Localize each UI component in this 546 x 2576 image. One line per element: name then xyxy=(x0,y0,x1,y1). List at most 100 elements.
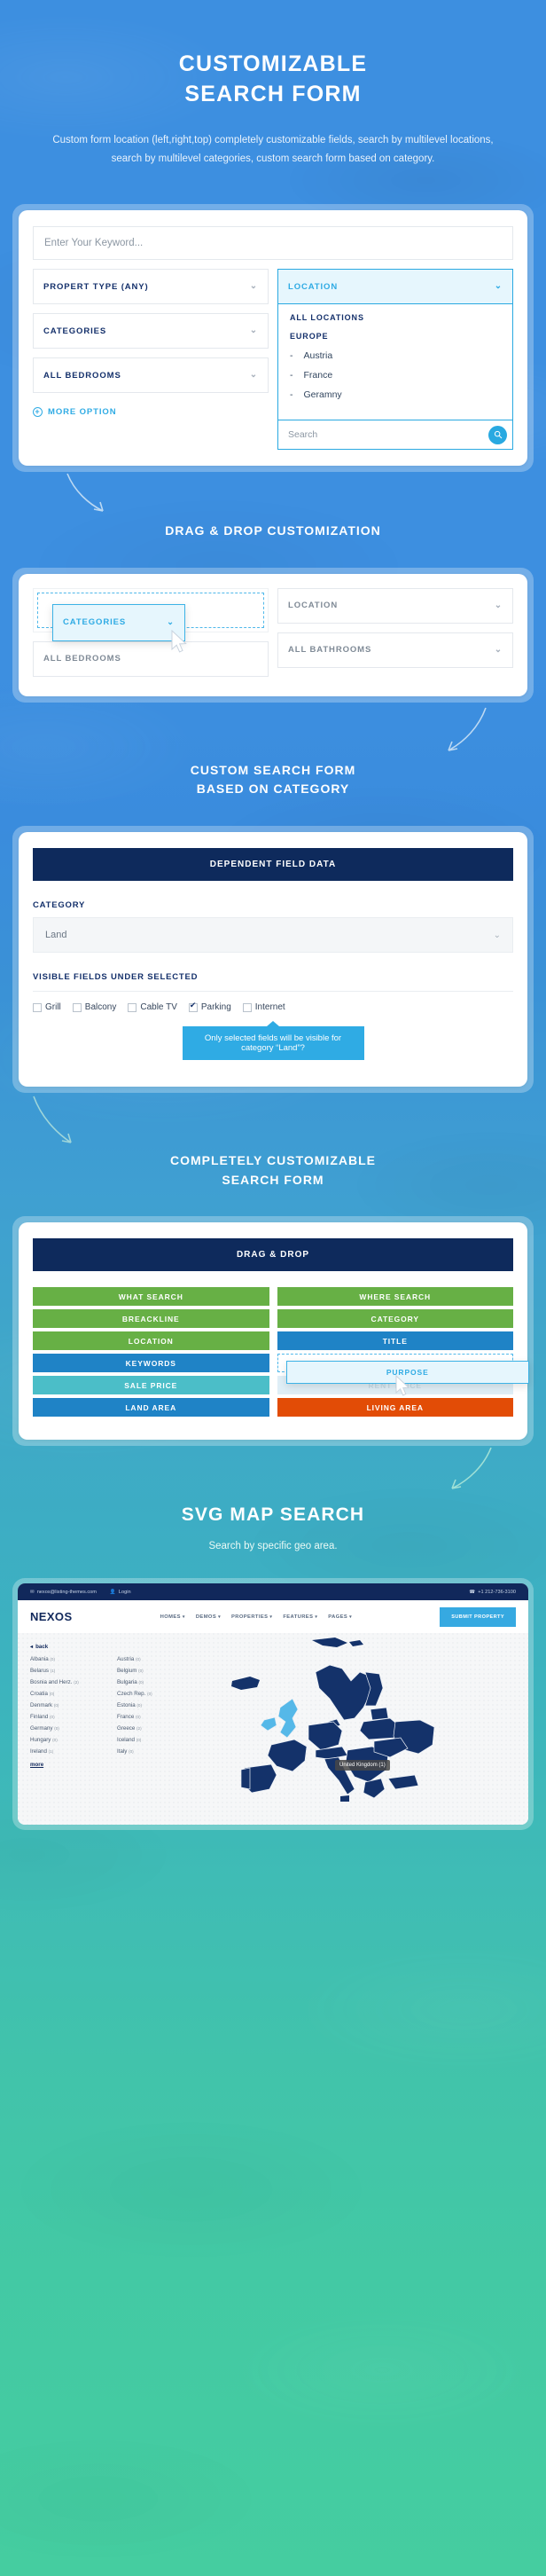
chevron-down-icon: ⌄ xyxy=(167,617,175,628)
list-item[interactable]: Croatia (0) xyxy=(30,1691,112,1697)
tile-living-area[interactable]: LIVING AREA xyxy=(277,1398,513,1418)
browser-mockup: ✉ nexos@listing-themes.com 👤 Login ☎ +1 … xyxy=(18,1583,528,1826)
all-bedrooms-select[interactable]: ALL BEDROOMS xyxy=(33,640,269,677)
tile-category[interactable]: CATEGORY xyxy=(277,1309,513,1329)
list-item[interactable]: Austria (0) xyxy=(117,1656,199,1662)
location-option-label: France xyxy=(303,370,333,381)
tile-keywords[interactable]: KEYWORDS xyxy=(33,1354,269,1373)
list-item[interactable]: Estonia (0) xyxy=(117,1702,199,1708)
page-title: CUSTOMIZABLE SEARCH FORM xyxy=(27,50,519,110)
list-item[interactable]: Belarus (1) xyxy=(30,1668,112,1674)
menu-item-properties[interactable]: PROPERTIES ▾ xyxy=(231,1614,272,1620)
all-bedrooms-select[interactable]: ALL BEDROOMS ⌄ xyxy=(33,357,269,394)
checkbox-label: Cable TV xyxy=(140,1002,177,1013)
category-selected-value: Land xyxy=(45,930,67,941)
chevron-down-icon: ⌄ xyxy=(249,281,258,292)
tile-breackline[interactable]: BREACKLINE xyxy=(33,1309,269,1329)
list-item[interactable]: Czech Rep. (0) xyxy=(117,1691,199,1697)
tile-title[interactable]: TITLE xyxy=(277,1331,513,1351)
checkbox-box xyxy=(72,1002,82,1012)
magnifier-icon[interactable] xyxy=(488,425,507,444)
dependent-field-card: DEPENDENT FIELD DATA CATEGORY Land ⌄ VIS… xyxy=(19,832,527,1088)
chevron-down-icon: ▾ xyxy=(269,1614,273,1620)
site-logo[interactable]: NEXOS xyxy=(30,1610,73,1623)
list-item[interactable]: Greece (2) xyxy=(117,1725,199,1732)
list-item[interactable]: Finland (0) xyxy=(30,1714,112,1720)
list-item[interactable]: - Austria xyxy=(290,350,501,361)
categories-label: CATEGORIES xyxy=(43,326,107,336)
menu-item-pages[interactable]: PAGES ▾ xyxy=(328,1614,352,1620)
checkbox-grill[interactable]: Grill xyxy=(33,1002,61,1012)
list-item[interactable]: Iceland (0) xyxy=(117,1737,199,1743)
all-locations-option[interactable]: ALL LOCATIONS xyxy=(290,313,501,322)
checkbox-box xyxy=(128,1002,137,1012)
tile-what-search[interactable]: WHAT SEARCH xyxy=(33,1287,269,1307)
list-item[interactable]: Italy (0) xyxy=(117,1748,199,1755)
submit-property-button[interactable]: SUBMIT PROPERTY xyxy=(440,1606,516,1627)
checkbox-label: Internet xyxy=(254,1002,285,1013)
list-item[interactable]: Bosnia and Herz. (2) xyxy=(30,1679,112,1685)
all-bathrooms-select[interactable]: ALL BATHROOMS ⌄ xyxy=(277,632,513,668)
topbar-phone[interactable]: ☎ +1 212-736-3100 xyxy=(469,1590,516,1595)
checkbox-parking[interactable]: Parking xyxy=(188,1001,231,1012)
category-select[interactable]: Land ⌄ xyxy=(33,917,513,954)
list-item[interactable]: - Geramny xyxy=(290,389,501,400)
back-link[interactable]: ◂ back xyxy=(30,1644,199,1650)
menu-item-demos[interactable]: DEMOS ▾ xyxy=(196,1614,221,1620)
tiles-right-column: WHERE SEARCH CATEGORY TITLE RENT PRICE P… xyxy=(277,1287,529,1418)
map-area[interactable]: ◂ back Albania (0) Austria (0) Belarus (… xyxy=(18,1633,528,1825)
tile-where-search[interactable]: WHERE SEARCH xyxy=(277,1287,513,1307)
browser-topbar: ✉ nexos@listing-themes.com 👤 Login ☎ +1 … xyxy=(18,1583,528,1601)
list-item[interactable]: Denmark (0) xyxy=(30,1702,112,1708)
more-countries-link[interactable]: more xyxy=(30,1762,43,1768)
browser-card-shell: ✉ nexos@listing-themes.com 👤 Login ☎ +1 … xyxy=(12,1578,534,1831)
location-search-row[interactable]: Search xyxy=(278,420,512,449)
dragging-categories-field[interactable]: CATEGORIES ⌄ xyxy=(52,603,185,641)
tile-drop-zone[interactable]: RENT PRICE PURPOSE xyxy=(277,1354,529,1397)
tile-sale-price[interactable]: SALE PRICE xyxy=(33,1376,269,1395)
chevron-down-icon: ▾ xyxy=(218,1614,222,1620)
property-type-select[interactable]: PROPERT TYPE (ANY) ⌄ xyxy=(33,269,269,305)
menu-item-homes[interactable]: HOMES ▾ xyxy=(160,1614,185,1620)
chevron-down-icon: ⌄ xyxy=(249,370,258,381)
category-field-label: CATEGORY xyxy=(33,900,86,911)
dragdrop-right-column: LOCATION ⌄ ALL BATHROOMS ⌄ xyxy=(277,587,513,677)
more-option-button[interactable]: + MORE OPTION xyxy=(33,407,269,418)
list-item[interactable]: Belgium (0) xyxy=(117,1668,199,1674)
topbar-email[interactable]: ✉ nexos@listing-themes.com xyxy=(30,1590,97,1595)
list-item[interactable]: France (0) xyxy=(117,1714,199,1720)
list-item[interactable]: Germany (0) xyxy=(30,1725,112,1732)
list-item[interactable]: Bulgaria (0) xyxy=(117,1679,199,1685)
checkbox-internet[interactable]: Internet xyxy=(242,1002,285,1013)
search-form-card-shell: PROPERT TYPE (ANY) ⌄ CATEGORIES ⌄ ALL BE… xyxy=(12,204,534,473)
location-select[interactable]: LOCATION ⌄ xyxy=(277,269,513,305)
checkbox-balcony[interactable]: Balcony xyxy=(72,1002,117,1013)
tile-location[interactable]: LOCATION xyxy=(33,1331,269,1351)
dash-icon: - xyxy=(290,350,293,362)
topbar-login[interactable]: 👤 Login xyxy=(110,1590,131,1595)
tiles-grid: WHAT SEARCH BREACKLINE LOCATION KEYWORDS… xyxy=(33,1287,529,1418)
list-item[interactable]: Ireland (1) xyxy=(30,1748,112,1755)
list-item[interactable]: Albania (0) xyxy=(30,1656,112,1662)
list-item[interactable]: - France xyxy=(290,370,501,381)
location-dropdown: ALL LOCATIONS EUROPE - Austria - France xyxy=(277,304,513,451)
menu-item-features[interactable]: FEATURES ▾ xyxy=(283,1614,317,1620)
dragdrop-section-title: DRAG & DROP CUSTOMIZATION xyxy=(165,523,381,538)
visible-fields-checkbox-row: Grill Balcony Cable TV Parking Internet xyxy=(33,992,513,1012)
dependent-field-header: DEPENDENT FIELD DATA xyxy=(33,848,513,882)
list-item[interactable]: Hungary (0) xyxy=(30,1737,112,1743)
keyword-input[interactable] xyxy=(33,226,513,261)
checkbox-cable-tv[interactable]: Cable TV xyxy=(128,1002,177,1012)
tile-land-area[interactable]: LAND AREA xyxy=(33,1398,269,1418)
all-bedrooms-label: ALL BEDROOMS xyxy=(43,370,121,381)
europe-group-label[interactable]: EUROPE xyxy=(290,332,501,341)
page-title-line2: SEARCH FORM xyxy=(184,81,362,106)
europe-map[interactable] xyxy=(230,1633,523,1825)
location-select[interactable]: LOCATION ⌄ xyxy=(277,587,513,624)
page-title-line1: CUSTOMIZABLE xyxy=(178,51,368,76)
checkbox-label: Balcony xyxy=(84,1002,117,1013)
property-type-column: PROPERT TYPE (ANY) ⌄ CATEGORIES ⌄ ALL BE… xyxy=(33,269,269,450)
chevron-down-icon: ⌄ xyxy=(494,644,503,655)
categories-select[interactable]: CATEGORIES ⌄ xyxy=(33,313,269,349)
hero-section: CUSTOMIZABLE SEARCH FORM Custom form loc… xyxy=(0,0,546,169)
